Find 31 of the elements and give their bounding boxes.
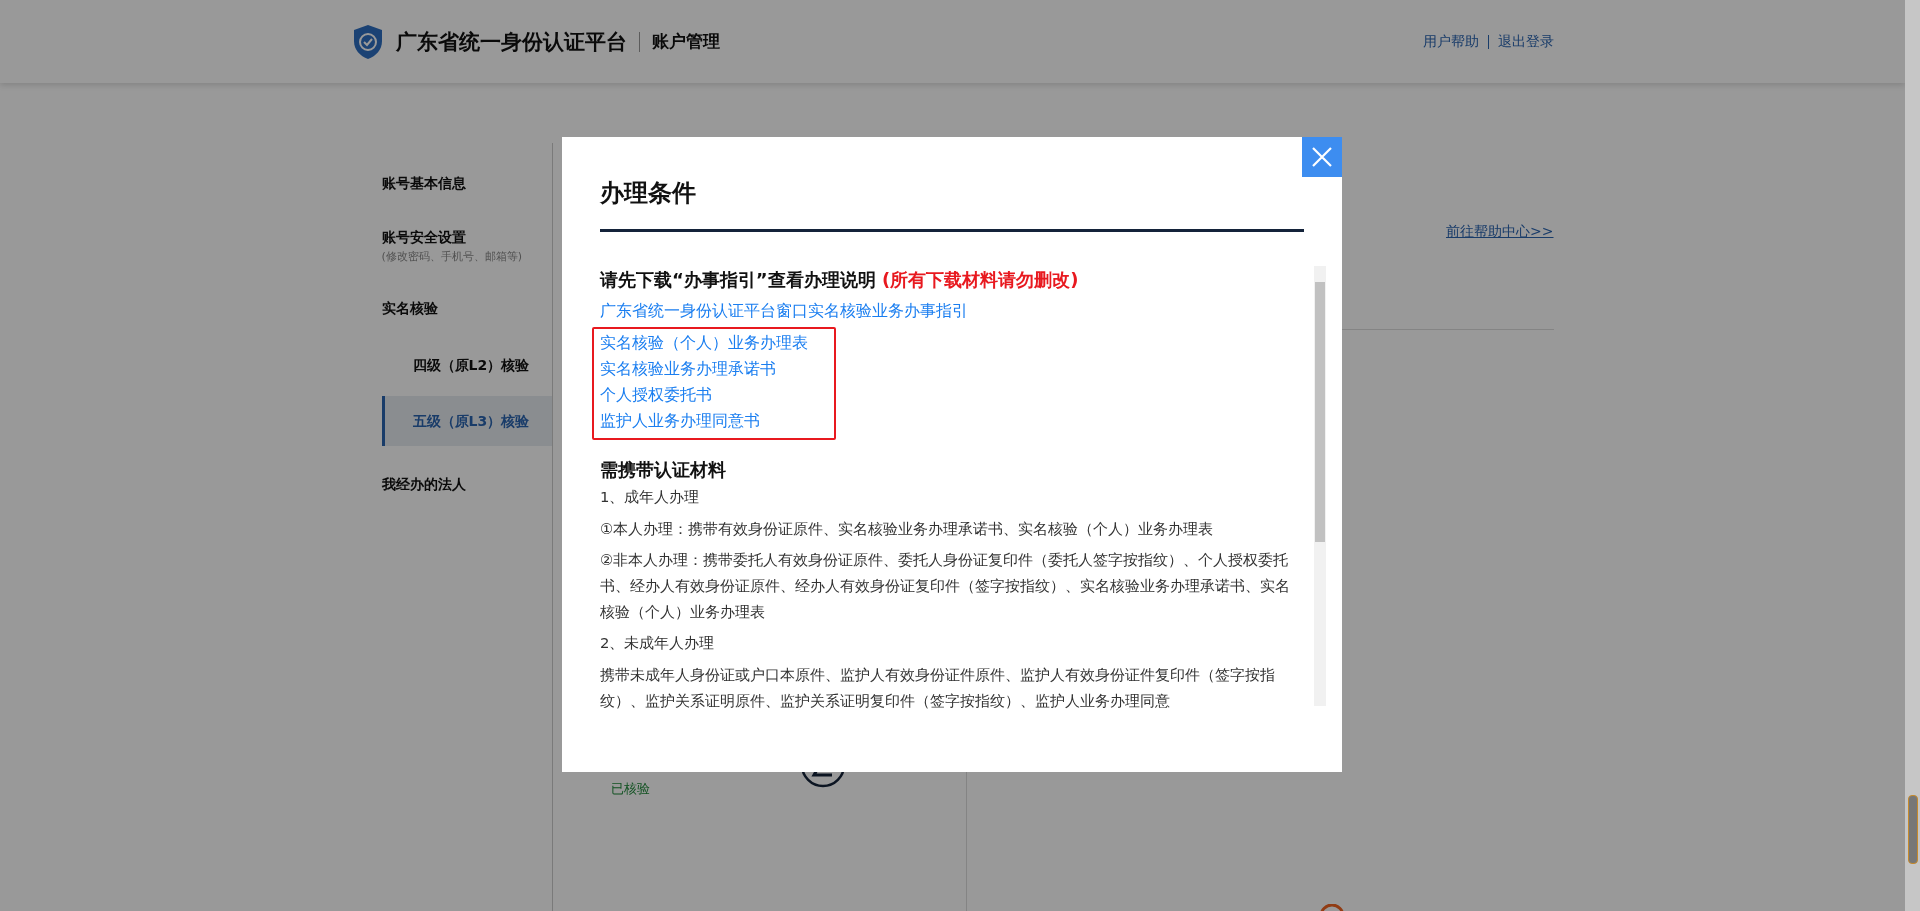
header-link[interactable]: 用户帮助 xyxy=(1422,32,1479,51)
download-heading: 请先下载“办事指引”查看办理说明 (所有下载材料请勿删改) xyxy=(600,268,1080,292)
section-label: 1、成年人办理 xyxy=(600,487,701,507)
requirement-text: ②非本人办理：携带委托人有效身份证原件、委托人身份证复印件（委托人签字按指纹）、个人授权委托书、经办人有效身份证原件、经办人有效身份证复印件（签字按指纹）、实名核验业务办理承诺书、实名核验（个人）业务办理表 xyxy=(600,550,1290,622)
sidebar-item[interactable]: 实名核验 xyxy=(381,300,552,318)
requirement-text: 携带未成年人身份证或户口本原件、监护人有效身份证件原件、监护人有效身份证件复印件（签字按指纹）、监护关系证明原件、监护关系证明复印件（签字按指纹）、监护人业务办理同意 xyxy=(600,665,1276,711)
download-link[interactable]: 监护人业务办理同意书 xyxy=(600,408,808,434)
widget-icon[interactable] xyxy=(1320,904,1344,911)
requirement-text: ①本人办理：携带有效身份证原件、实名核验业务办理承诺书、实名核验（个人）业务办理表 xyxy=(600,519,1215,539)
sidebar-item[interactable]: 我经办的法人 xyxy=(381,476,552,494)
sidebar-item[interactable]: 账号基本信息 xyxy=(381,175,552,193)
help-center-link[interactable]: 前往帮助中心>> xyxy=(1446,223,1554,241)
sidebar-item[interactable]: 账号安全设置 xyxy=(381,229,552,247)
close-button[interactable] xyxy=(1302,137,1342,177)
download-link[interactable]: 个人授权委托书 xyxy=(600,382,808,408)
section-label: 2、未成年人办理 xyxy=(600,633,716,653)
section-title: 账户管理 xyxy=(651,30,720,53)
shield-check-icon xyxy=(351,23,384,60)
sidebar-subitem[interactable]: 五级（原L3）核验 xyxy=(381,396,552,446)
download-link[interactable]: 实名核验（个人）业务办理表 xyxy=(600,330,808,356)
page-scrollbar[interactable] xyxy=(1905,0,1920,911)
materials-heading: 需携带认证材料 xyxy=(600,458,727,482)
close-icon xyxy=(1311,146,1333,168)
scrollbar[interactable] xyxy=(1314,266,1326,706)
download-link[interactable]: 广东省统一身份认证平台窗口实名核验业务办事指引 xyxy=(600,298,1290,324)
header-link[interactable]: 退出登录 xyxy=(1497,32,1554,51)
dialog-title: 办理条件 xyxy=(600,137,1304,232)
site-title: 广东省统一身份认证平台 xyxy=(395,28,627,56)
download-link[interactable]: 实名核验业务办理承诺书 xyxy=(600,356,808,382)
verification-status: 已核验 xyxy=(610,779,650,798)
sidebar-subitem[interactable]: 四级（原L2）核验 xyxy=(381,340,552,390)
